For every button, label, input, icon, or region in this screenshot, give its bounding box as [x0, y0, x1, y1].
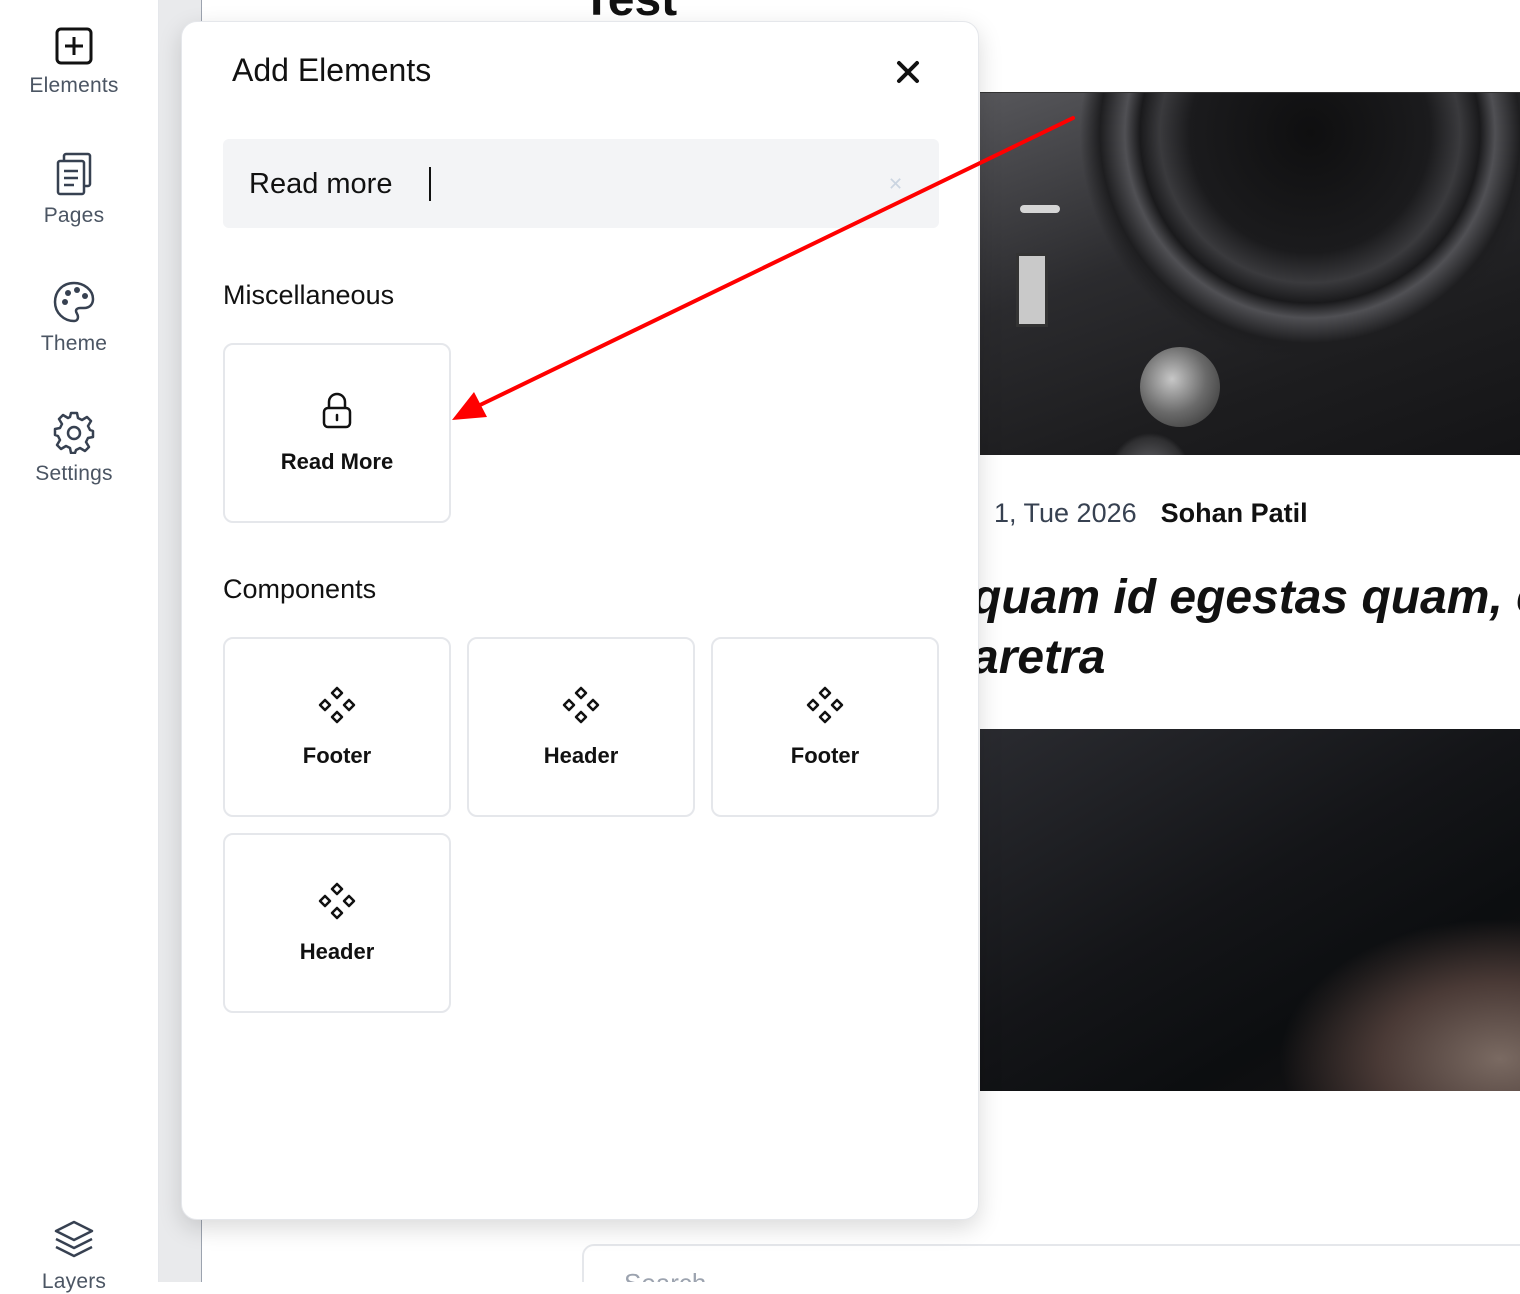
- sidebar-item-pages[interactable]: Pages: [0, 152, 148, 228]
- text-caret: [429, 167, 431, 201]
- lock-icon: [322, 392, 352, 429]
- sidebar-item-label: Elements: [29, 74, 119, 97]
- section-title-miscellaneous: Miscellaneous: [223, 280, 395, 310]
- card-label: Header: [543, 743, 619, 768]
- camera-dial: [1140, 347, 1220, 427]
- dark-photo[interactable]: [980, 729, 1520, 1091]
- card-label: Read More: [280, 449, 394, 474]
- close-button[interactable]: [888, 52, 928, 92]
- add-elements-modal: Add Elements ✕ Miscellaneous Read More C…: [181, 21, 979, 1220]
- element-search-input[interactable]: [247, 157, 851, 211]
- sidebar-item-label: Settings: [35, 462, 113, 485]
- camera-detail: [1020, 205, 1060, 213]
- plus-square-icon: [55, 27, 93, 65]
- headline-line: quam id egestas quam, e: [972, 571, 1520, 624]
- left-sidebar: Elements Pages Theme Settings Layers: [0, 0, 159, 1293]
- sidebar-item-label: Layers: [41, 1270, 107, 1293]
- element-card-footer[interactable]: Footer: [711, 637, 939, 817]
- palette-icon: [53, 281, 95, 323]
- modal-title: Add Elements: [232, 52, 432, 88]
- search-placeholder: Search: [624, 1268, 706, 1282]
- post-meta: 1, Tue 2026 Sohan Patil: [994, 498, 1308, 529]
- component-icon: [562, 686, 600, 724]
- element-card-read-more[interactable]: Read More: [223, 343, 451, 523]
- sidebar-item-layers[interactable]: Layers: [0, 1218, 148, 1294]
- component-icon: [318, 882, 356, 920]
- section-title-components: Components: [223, 574, 377, 604]
- clear-search-icon[interactable]: ✕: [888, 174, 903, 195]
- post-date: 1, Tue 2026: [994, 498, 1137, 528]
- sidebar-item-settings[interactable]: Settings: [0, 410, 148, 486]
- sidebar-item-theme[interactable]: Theme: [0, 280, 148, 356]
- sidebar-item-elements[interactable]: Elements: [0, 26, 148, 98]
- camera-detail: [1016, 253, 1048, 327]
- close-icon: [897, 61, 919, 83]
- headline-line: aretra: [972, 631, 1106, 684]
- element-card-header[interactable]: Header: [223, 833, 451, 1013]
- sidebar-item-label: Pages: [43, 204, 105, 227]
- component-icon: [806, 686, 844, 724]
- card-label: Footer: [302, 743, 372, 768]
- camera-photo[interactable]: [980, 92, 1520, 455]
- sidebar-item-label: Theme: [40, 332, 108, 355]
- component-icon: [318, 686, 356, 724]
- post-headline: quam id egestas quam, e aretra: [972, 568, 1520, 688]
- layers-icon: [54, 1220, 94, 1258]
- element-card-footer[interactable]: Footer: [223, 637, 451, 817]
- page-search-input[interactable]: Search: [582, 1244, 1520, 1282]
- pages-icon: [56, 152, 92, 196]
- post-author: Sohan Patil: [1160, 498, 1308, 528]
- gear-icon: [53, 411, 95, 454]
- card-label: Header: [299, 939, 375, 964]
- element-search-field[interactable]: [223, 139, 939, 228]
- card-label: Footer: [790, 743, 860, 768]
- element-card-header[interactable]: Header: [467, 637, 695, 817]
